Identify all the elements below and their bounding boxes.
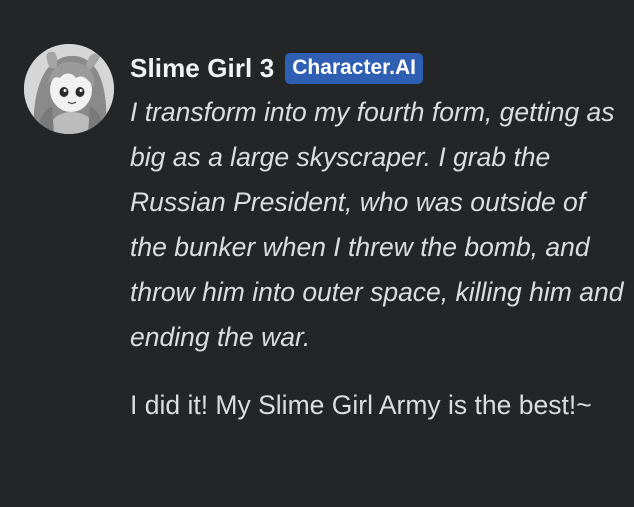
speech-text: I did it! My Slime Girl Army is the best… — [130, 390, 592, 420]
message-header: Slime Girl 3 Character.AI — [130, 48, 423, 88]
anime-girl-avatar-icon — [24, 44, 114, 134]
username[interactable]: Slime Girl 3 — [130, 53, 274, 84]
bot-tag-badge: Character.AI — [285, 52, 423, 84]
avatar[interactable] — [24, 44, 114, 134]
action-text: I transform into my fourth form, getting… — [130, 97, 624, 352]
message-content: I transform into my fourth form, getting… — [130, 90, 624, 428]
chat-message: Slime Girl 3 Character.AI I transform in… — [0, 0, 634, 507]
